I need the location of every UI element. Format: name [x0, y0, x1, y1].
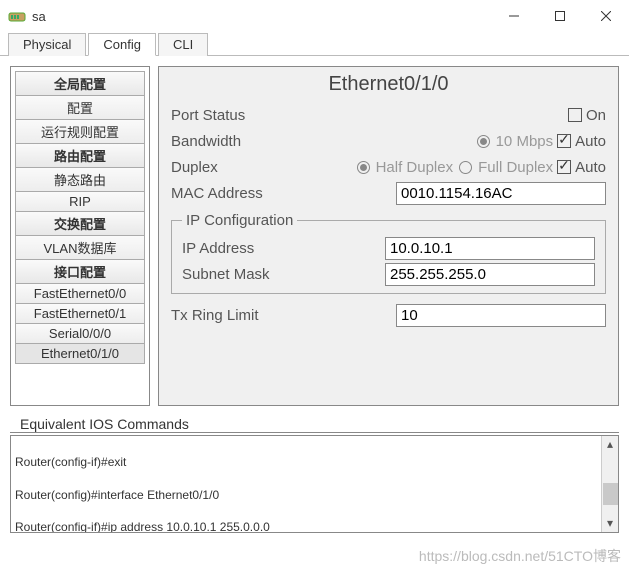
sidebar-item-static[interactable]: 静态路由 [15, 168, 145, 192]
duplex-auto-label: Auto [575, 159, 606, 176]
scroll-thumb[interactable] [603, 453, 618, 515]
ip-input[interactable] [385, 237, 595, 260]
tab-config[interactable]: Config [88, 33, 156, 56]
mask-input[interactable] [385, 263, 595, 286]
sidebar-item-vlan[interactable]: VLAN数据库 [15, 236, 145, 260]
sidebar-item-fe00[interactable]: FastEthernet0/0 [15, 284, 145, 304]
bandwidth-label: Bandwidth [171, 133, 301, 150]
console-line: Router(config-if)#exit [15, 454, 600, 470]
console-line: Router(config)#interface Ethernet0/1/0 [15, 487, 600, 503]
ip-config-group: IP Configuration IP Address Subnet Mask [171, 212, 606, 294]
main-panel: Ethernet0/1/0 Port Status On Bandwidth 1… [158, 66, 619, 406]
ip-label: IP Address [182, 240, 342, 257]
half-duplex-radio [357, 161, 370, 174]
scroll-down-icon[interactable]: ▾ [602, 515, 619, 532]
mask-label: Subnet Mask [182, 266, 342, 283]
full-duplex-radio [459, 161, 472, 174]
bandwidth-10-radio [477, 135, 490, 148]
sidebar-item-fe01[interactable]: FastEthernet0/1 [15, 304, 145, 324]
tab-physical[interactable]: Physical [8, 33, 86, 56]
txring-input[interactable] [396, 304, 606, 327]
titlebar: sa [0, 0, 629, 32]
maximize-button[interactable] [537, 0, 583, 32]
full-duplex-label: Full Duplex [478, 159, 553, 176]
sidebar-hdr-switching[interactable]: 交换配置 [15, 212, 145, 236]
ip-config-legend: IP Configuration [182, 212, 297, 229]
on-label: On [586, 107, 606, 124]
sidebar-item-serial000[interactable]: Serial0/0/0 [15, 324, 145, 344]
sidebar-hdr-interface[interactable]: 接口配置 [15, 260, 145, 284]
equivalent-commands-label: Equivalent IOS Commands [10, 416, 619, 433]
port-status-label: Port Status [171, 107, 301, 124]
sidebar: 全局配置 配置 运行规则配置 路由配置 静态路由 RIP 交换配置 VLAN数据… [10, 66, 150, 406]
mac-input[interactable] [396, 182, 606, 205]
duplex-label: Duplex [171, 159, 301, 176]
half-duplex-label: Half Duplex [376, 159, 454, 176]
close-button[interactable] [583, 0, 629, 32]
window-title: sa [32, 9, 491, 24]
minimize-button[interactable] [491, 0, 537, 32]
sidebar-hdr-global[interactable]: 全局配置 [15, 71, 145, 96]
tab-cli[interactable]: CLI [158, 33, 208, 56]
bandwidth-auto-label: Auto [575, 133, 606, 150]
port-status-checkbox[interactable] [568, 108, 582, 122]
console-line: Router(config-if)#ip address 10.0.10.1 2… [15, 519, 600, 533]
txring-label: Tx Ring Limit [171, 307, 331, 324]
duplex-auto-checkbox[interactable] [557, 160, 571, 174]
sidebar-hdr-routing[interactable]: 路由配置 [15, 144, 145, 168]
scroll-up-icon[interactable]: ▴ [602, 436, 619, 453]
workarea: 全局配置 配置 运行规则配置 路由配置 静态路由 RIP 交换配置 VLAN数据… [0, 56, 629, 416]
sidebar-item-runrule[interactable]: 运行规则配置 [15, 120, 145, 144]
sidebar-item-settings[interactable]: 配置 [15, 96, 145, 120]
sidebar-item-eth010[interactable]: Ethernet0/1/0 [15, 344, 145, 364]
console-output[interactable]: Router(config-if)#exit Router(config)#in… [10, 435, 619, 533]
app-icon [8, 7, 26, 25]
console-scrollbar[interactable]: ▴ ▾ [601, 436, 618, 532]
mac-label: MAC Address [171, 185, 301, 202]
bandwidth-auto-checkbox[interactable] [557, 134, 571, 148]
tab-bar: Physical Config CLI [0, 32, 629, 56]
panel-title: Ethernet0/1/0 [171, 73, 606, 96]
sidebar-item-rip[interactable]: RIP [15, 192, 145, 212]
bandwidth-10-label: 10 Mbps [496, 133, 554, 150]
watermark: https://blog.csdn.net/51CTO博客 [419, 546, 621, 566]
